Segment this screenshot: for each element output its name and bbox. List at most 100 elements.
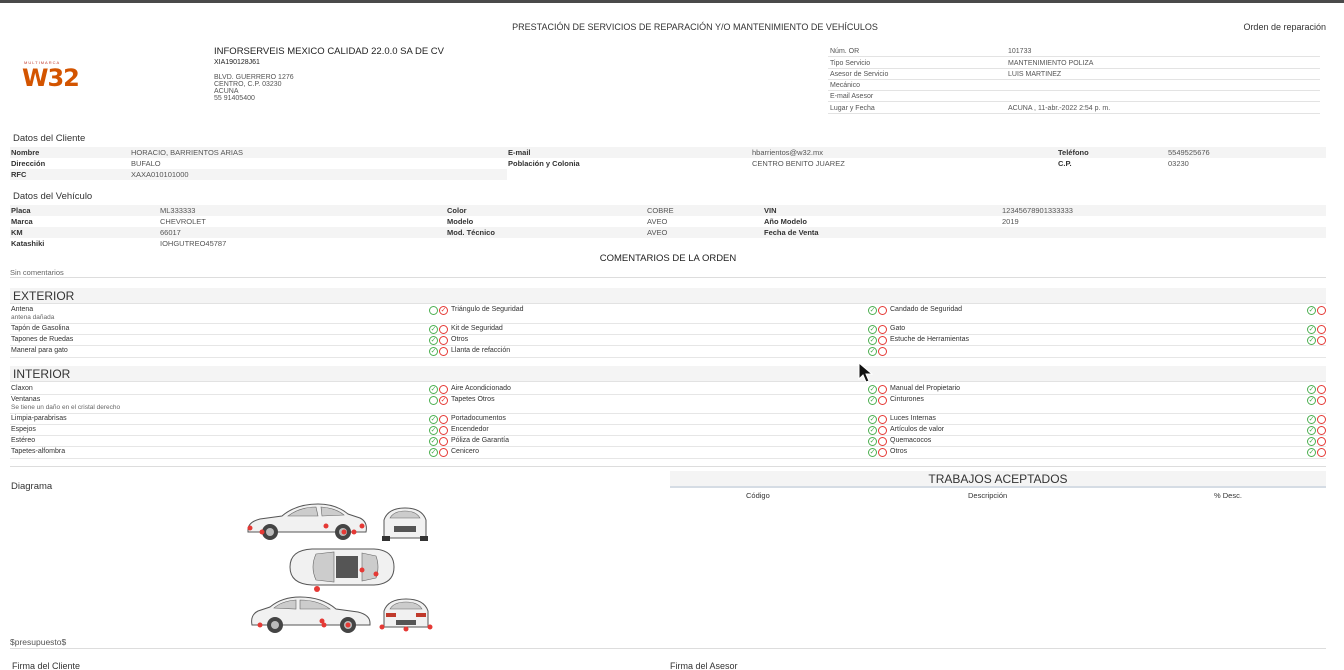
- status-indicator[interactable]: ✓: [868, 306, 888, 315]
- check-selected-icon[interactable]: ✓: [868, 448, 877, 457]
- check-selected-icon[interactable]: ✓: [868, 396, 877, 405]
- damage-icon[interactable]: [439, 347, 448, 356]
- status-indicator[interactable]: ✓: [429, 437, 449, 446]
- status-indicator[interactable]: ✓: [429, 347, 449, 356]
- damage-icon[interactable]: [1317, 448, 1326, 457]
- check-selected-icon[interactable]: ✓: [429, 426, 438, 435]
- status-indicator[interactable]: ✓: [429, 336, 449, 345]
- damage-icon[interactable]: [878, 415, 887, 424]
- damage-icon[interactable]: [878, 306, 887, 315]
- status-indicator[interactable]: ✓: [1307, 325, 1327, 334]
- damage-selected-icon[interactable]: ✓: [439, 396, 448, 405]
- check-selected-icon[interactable]: ✓: [868, 336, 877, 345]
- status-indicator[interactable]: ✓: [868, 426, 888, 435]
- check-icon[interactable]: [429, 306, 438, 315]
- status-indicator[interactable]: ✓: [429, 385, 449, 394]
- damage-selected-icon[interactable]: ✓: [439, 306, 448, 315]
- car-side-left-diagram[interactable]: [244, 500, 370, 542]
- check-selected-icon[interactable]: ✓: [868, 426, 877, 435]
- damage-icon[interactable]: [439, 385, 448, 394]
- check-selected-icon[interactable]: ✓: [868, 325, 877, 334]
- check-selected-icon[interactable]: ✓: [868, 385, 877, 394]
- client-signature-label: Firma del Cliente: [12, 661, 81, 670]
- status-indicator[interactable]: ✓: [868, 415, 888, 424]
- check-selected-icon[interactable]: ✓: [429, 437, 438, 446]
- check-selected-icon[interactable]: ✓: [429, 415, 438, 424]
- order-info-table: Núm. OR 101733 Tipo Servicio MANTENIMIENTO…: [828, 46, 1320, 114]
- status-indicator[interactable]: ✓: [1307, 415, 1327, 424]
- damage-icon[interactable]: [878, 448, 887, 457]
- status-indicator[interactable]: ✓: [429, 426, 449, 435]
- check-selected-icon[interactable]: ✓: [429, 448, 438, 457]
- damage-icon[interactable]: [439, 426, 448, 435]
- status-indicator[interactable]: ✓: [868, 385, 888, 394]
- check-selected-icon[interactable]: ✓: [1307, 385, 1316, 394]
- order-key: Tipo Servicio: [830, 59, 871, 67]
- damage-icon[interactable]: [878, 336, 887, 345]
- check-icon[interactable]: [429, 396, 438, 405]
- status-indicator[interactable]: ✓: [868, 325, 888, 334]
- check-selected-icon[interactable]: ✓: [1307, 437, 1316, 446]
- status-indicator[interactable]: ✓: [868, 448, 888, 457]
- status-indicator[interactable]: ✓: [429, 415, 449, 424]
- check-selected-icon[interactable]: ✓: [1307, 336, 1316, 345]
- damage-icon[interactable]: [878, 426, 887, 435]
- status-indicator[interactable]: ✓: [1307, 385, 1327, 394]
- status-indicator[interactable]: ✓: [1307, 336, 1327, 345]
- check-selected-icon[interactable]: ✓: [1307, 426, 1316, 435]
- damage-icon[interactable]: [1317, 415, 1326, 424]
- damage-icon[interactable]: [878, 396, 887, 405]
- damage-icon[interactable]: [1317, 396, 1326, 405]
- check-selected-icon[interactable]: ✓: [1307, 396, 1316, 405]
- damage-icon[interactable]: [1317, 426, 1326, 435]
- check-selected-icon[interactable]: ✓: [868, 306, 877, 315]
- check-selected-icon[interactable]: ✓: [1307, 325, 1316, 334]
- status-indicator[interactable]: ✓: [1307, 306, 1327, 315]
- damage-icon[interactable]: [439, 325, 448, 334]
- status-indicator[interactable]: ✓: [1307, 448, 1327, 457]
- status-indicator[interactable]: ✓: [429, 396, 449, 405]
- status-indicator[interactable]: ✓: [429, 325, 449, 334]
- damage-icon[interactable]: [439, 415, 448, 424]
- damage-icon[interactable]: [439, 336, 448, 345]
- client-phone-label: Teléfono: [1058, 148, 1089, 157]
- status-indicator[interactable]: ✓: [1307, 426, 1327, 435]
- check-selected-icon[interactable]: ✓: [1307, 448, 1316, 457]
- check-selected-icon[interactable]: ✓: [868, 437, 877, 446]
- damage-icon[interactable]: [878, 437, 887, 446]
- status-indicator[interactable]: ✓: [1307, 437, 1327, 446]
- check-selected-icon[interactable]: ✓: [1307, 415, 1316, 424]
- company-address-line: ACUNA: [214, 88, 239, 95]
- damage-icon[interactable]: [878, 385, 887, 394]
- check-selected-icon[interactable]: ✓: [868, 415, 877, 424]
- damage-icon[interactable]: [1317, 437, 1326, 446]
- car-side-right-diagram[interactable]: [248, 593, 374, 635]
- check-selected-icon[interactable]: ✓: [429, 325, 438, 334]
- check-selected-icon[interactable]: ✓: [868, 347, 877, 356]
- status-indicator[interactable]: ✓: [868, 396, 888, 405]
- status-indicator[interactable]: ✓: [429, 448, 449, 457]
- damage-icon[interactable]: [439, 448, 448, 457]
- car-rear-diagram[interactable]: [378, 593, 434, 633]
- damage-icon[interactable]: [878, 347, 887, 356]
- status-indicator[interactable]: ✓: [868, 437, 888, 446]
- company-name: INFORSERVEIS MEXICO CALIDAD 22.0.0 SA DE…: [214, 46, 445, 57]
- status-indicator[interactable]: ✓: [868, 347, 888, 356]
- damage-icon[interactable]: [1317, 385, 1326, 394]
- damage-icon[interactable]: [1317, 336, 1326, 345]
- check-selected-icon[interactable]: ✓: [429, 385, 438, 394]
- status-indicator[interactable]: ✓: [1307, 396, 1327, 405]
- check-selected-icon[interactable]: ✓: [429, 347, 438, 356]
- car-top-diagram[interactable]: [282, 546, 398, 588]
- damage-icon[interactable]: [439, 437, 448, 446]
- damage-icon[interactable]: [1317, 325, 1326, 334]
- checklist-item-label: Espejos: [11, 426, 36, 433]
- car-front-diagram[interactable]: [378, 502, 432, 542]
- check-selected-icon[interactable]: ✓: [1307, 306, 1316, 315]
- checklist-item-label: Kit de Seguridad: [451, 325, 503, 332]
- damage-icon[interactable]: [1317, 306, 1326, 315]
- status-indicator[interactable]: ✓: [429, 306, 449, 315]
- check-selected-icon[interactable]: ✓: [429, 336, 438, 345]
- damage-icon[interactable]: [878, 325, 887, 334]
- status-indicator[interactable]: ✓: [868, 336, 888, 345]
